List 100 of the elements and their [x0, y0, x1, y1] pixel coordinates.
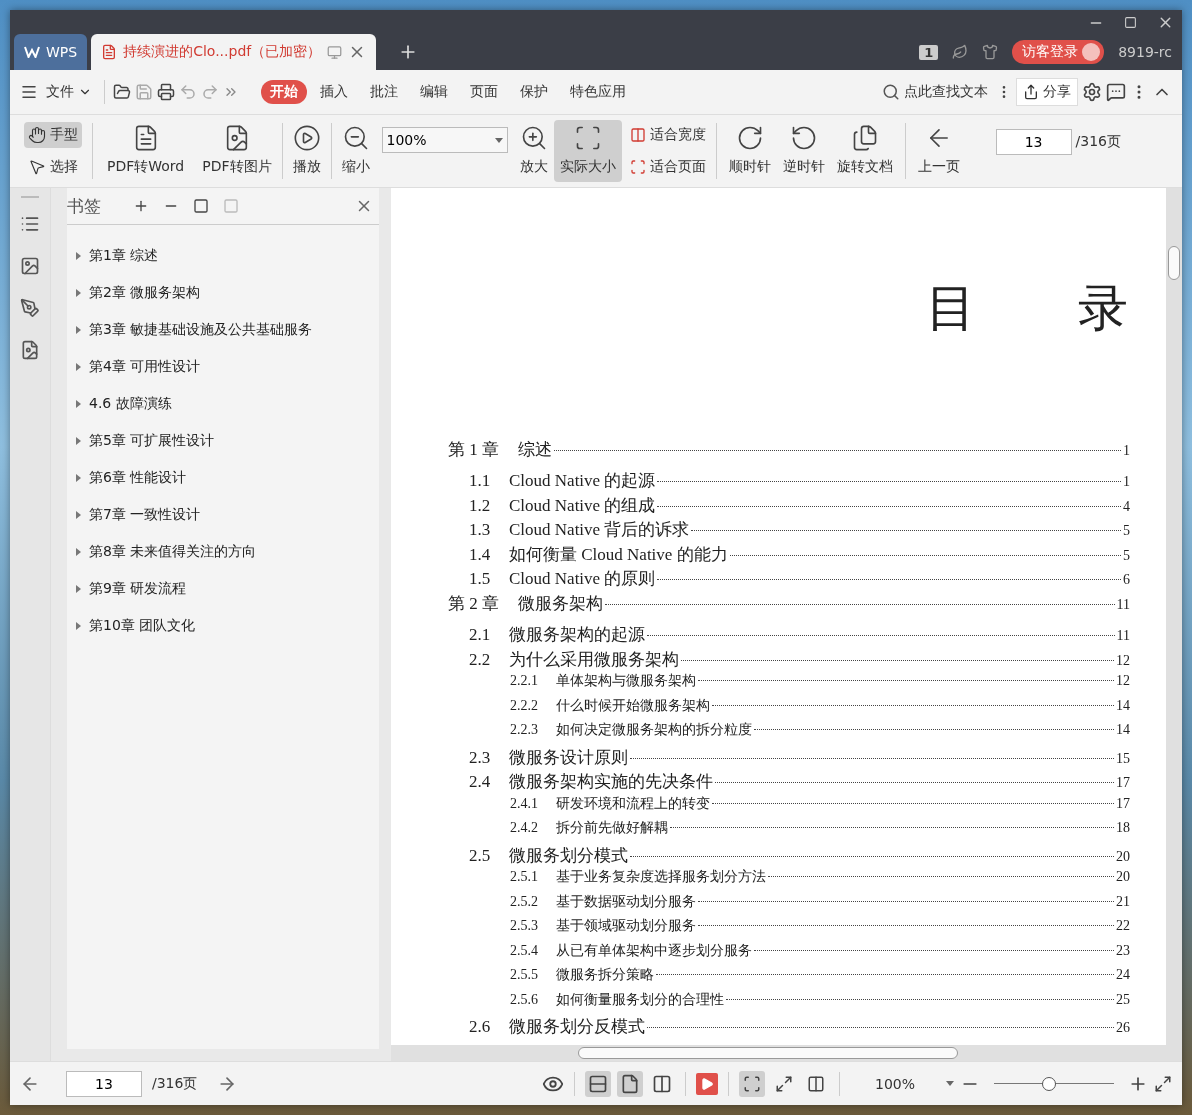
toolbar-button[interactable]: 实际大小: [553, 120, 622, 182]
bookmark-item[interactable]: 第10章 团队文化: [75, 607, 379, 644]
toc-page-number: 12: [1116, 652, 1130, 669]
toolbar-button[interactable]: 缩小: [335, 120, 376, 182]
expand-icon[interactable]: [75, 547, 81, 556]
expand-icon[interactable]: [75, 584, 81, 593]
toc-page-number: 12: [1116, 673, 1130, 690]
share-icon: [1023, 84, 1039, 100]
fit-button[interactable]: 适合宽度: [625, 122, 710, 148]
menu-tab[interactable]: 编辑: [411, 80, 457, 104]
login-button[interactable]: 访客登录: [1012, 40, 1105, 64]
toolbar-button[interactable]: 顺时针: [722, 120, 777, 182]
toc-page-number: 5: [1123, 523, 1130, 540]
expand-all-icon[interactable]: [133, 198, 149, 214]
expand-icon[interactable]: [75, 510, 81, 519]
layout-button[interactable]: [585, 1070, 611, 1097]
list-icon[interactable]: [20, 214, 40, 234]
toolbar-button[interactable]: 逆时针: [776, 120, 831, 182]
layout-button[interactable]: [617, 1070, 643, 1097]
zoom-level[interactable]: 100%: [850, 1075, 940, 1092]
bookmark-item[interactable]: 第4章 可用性设计: [75, 348, 379, 385]
toolbar-button[interactable]: 播放: [286, 120, 327, 182]
menu-tab[interactable]: 开始: [261, 80, 307, 104]
file-image-icon[interactable]: [20, 340, 40, 360]
dropdown-icon[interactable]: [494, 137, 503, 143]
toc-page-number: 6: [1123, 572, 1130, 589]
vertical-scrollbar[interactable]: [1166, 188, 1182, 1045]
toc-page-number: 26: [1116, 1020, 1130, 1037]
settings-icon[interactable]: [1082, 82, 1102, 102]
menu-icon[interactable]: [20, 83, 38, 101]
play-icon[interactable]: [696, 1072, 718, 1095]
print-icon[interactable]: [157, 83, 175, 101]
toolbar-button[interactable]: 上一页: [911, 120, 966, 182]
page-heading: 目录: [926, 283, 1128, 333]
comment-icon[interactable]: [1106, 82, 1126, 102]
toc-page-number: 21: [1116, 893, 1130, 910]
file-menu[interactable]: 文件: [42, 83, 96, 101]
slider-thumb[interactable]: [1042, 1076, 1057, 1091]
image-icon[interactable]: [20, 256, 40, 276]
expand-icon[interactable]: [75, 325, 81, 334]
tab-label: 持续演进的Clo...pdf（已加密）: [123, 43, 322, 61]
zoom-select[interactable]: 100%: [381, 127, 508, 153]
leaf-icon[interactable]: [952, 44, 969, 60]
expand-icon[interactable]: [75, 251, 81, 260]
bookmark-item[interactable]: 第8章 未来值得关注的方向: [75, 533, 379, 570]
toc-title: 基于领域驱动划分服务: [556, 917, 696, 936]
toolbar-button[interactable]: PDF转图片: [196, 120, 278, 182]
mode-button[interactable]: 手型: [24, 122, 82, 148]
toolbar-button[interactable]: 旋转文档: [830, 120, 899, 182]
pen-icon[interactable]: [20, 298, 40, 318]
maximize-icon[interactable]: [1124, 14, 1137, 31]
menu-tab[interactable]: 页面: [461, 80, 507, 104]
expand-icon[interactable]: [75, 399, 81, 408]
tab[interactable]: WPS: [14, 34, 88, 70]
menu-tab[interactable]: 特色应用: [561, 80, 635, 104]
tab[interactable]: 持续演进的Clo...pdf（已加密）: [91, 34, 377, 70]
page-input[interactable]: 13: [995, 129, 1072, 155]
bookmark-item[interactable]: 第1章 综述: [75, 237, 379, 274]
expand-icon[interactable]: [75, 473, 81, 482]
bookmark-item[interactable]: 第9章 研发流程: [75, 570, 379, 607]
toc-number: 2.5: [469, 845, 492, 866]
bookmark-item[interactable]: 第2章 微服务架构: [75, 274, 379, 311]
play-icon: [292, 124, 321, 152]
bookmark-item[interactable]: 第7章 一致性设计: [75, 496, 379, 533]
toc-title: 研发环境和流程上的转变: [556, 794, 710, 813]
expand-icon[interactable]: [75, 436, 81, 445]
toc-page-number: 11: [1116, 596, 1130, 613]
page-count-badge[interactable]: 1: [919, 44, 939, 60]
fullscreen-icon[interactable]: [1154, 1074, 1172, 1093]
search-button[interactable]: 点此查找文本: [878, 83, 992, 101]
page-input[interactable]: 13: [66, 1070, 142, 1097]
bookmark-item[interactable]: 第6章 性能设计: [75, 459, 379, 496]
bookmark-item[interactable]: 第5章 可扩展性设计: [75, 422, 379, 459]
menu-tab[interactable]: 保护: [511, 80, 557, 104]
bookmark-item[interactable]: 第3章 敏捷基础设施及公共基础服务: [75, 311, 379, 348]
toolbar-button[interactable]: PDF转Word: [101, 120, 191, 182]
shirt-icon[interactable]: [982, 44, 999, 60]
toc-number: 2.4: [469, 772, 492, 793]
menu-tab[interactable]: 插入: [311, 80, 357, 104]
bookmark-item[interactable]: 4.6 故障演练: [75, 385, 379, 422]
fit-button[interactable]: [739, 1070, 765, 1097]
bookmark-label: 第7章 一致性设计: [89, 505, 201, 524]
share-button[interactable]: 分享: [1016, 78, 1078, 106]
panel-title: 书签: [67, 194, 101, 218]
toolbar-button[interactable]: 放大: [513, 120, 554, 182]
user-name: 8919-rc: [1118, 44, 1172, 60]
dropdown-icon[interactable]: [946, 1081, 954, 1086]
toc-title: 什么时候开始微服务架构: [556, 696, 710, 715]
menu-tab[interactable]: 批注: [361, 80, 407, 104]
horizontal-scrollbar[interactable]: [391, 1045, 1182, 1061]
avatar-icon: [1082, 43, 1101, 61]
toc-page-number: 14: [1116, 722, 1130, 739]
mode-button[interactable]: 选择: [24, 154, 82, 180]
monitor-icon[interactable]: [327, 44, 343, 60]
fit-button[interactable]: 适合页面: [625, 154, 710, 180]
folder-icon[interactable]: [113, 83, 131, 101]
expand-icon[interactable]: [75, 362, 81, 371]
expand-icon[interactable]: [75, 288, 81, 297]
expand-icon[interactable]: [75, 621, 81, 630]
toc-title: 如何衡量 Cloud Native 的能力: [509, 543, 728, 566]
